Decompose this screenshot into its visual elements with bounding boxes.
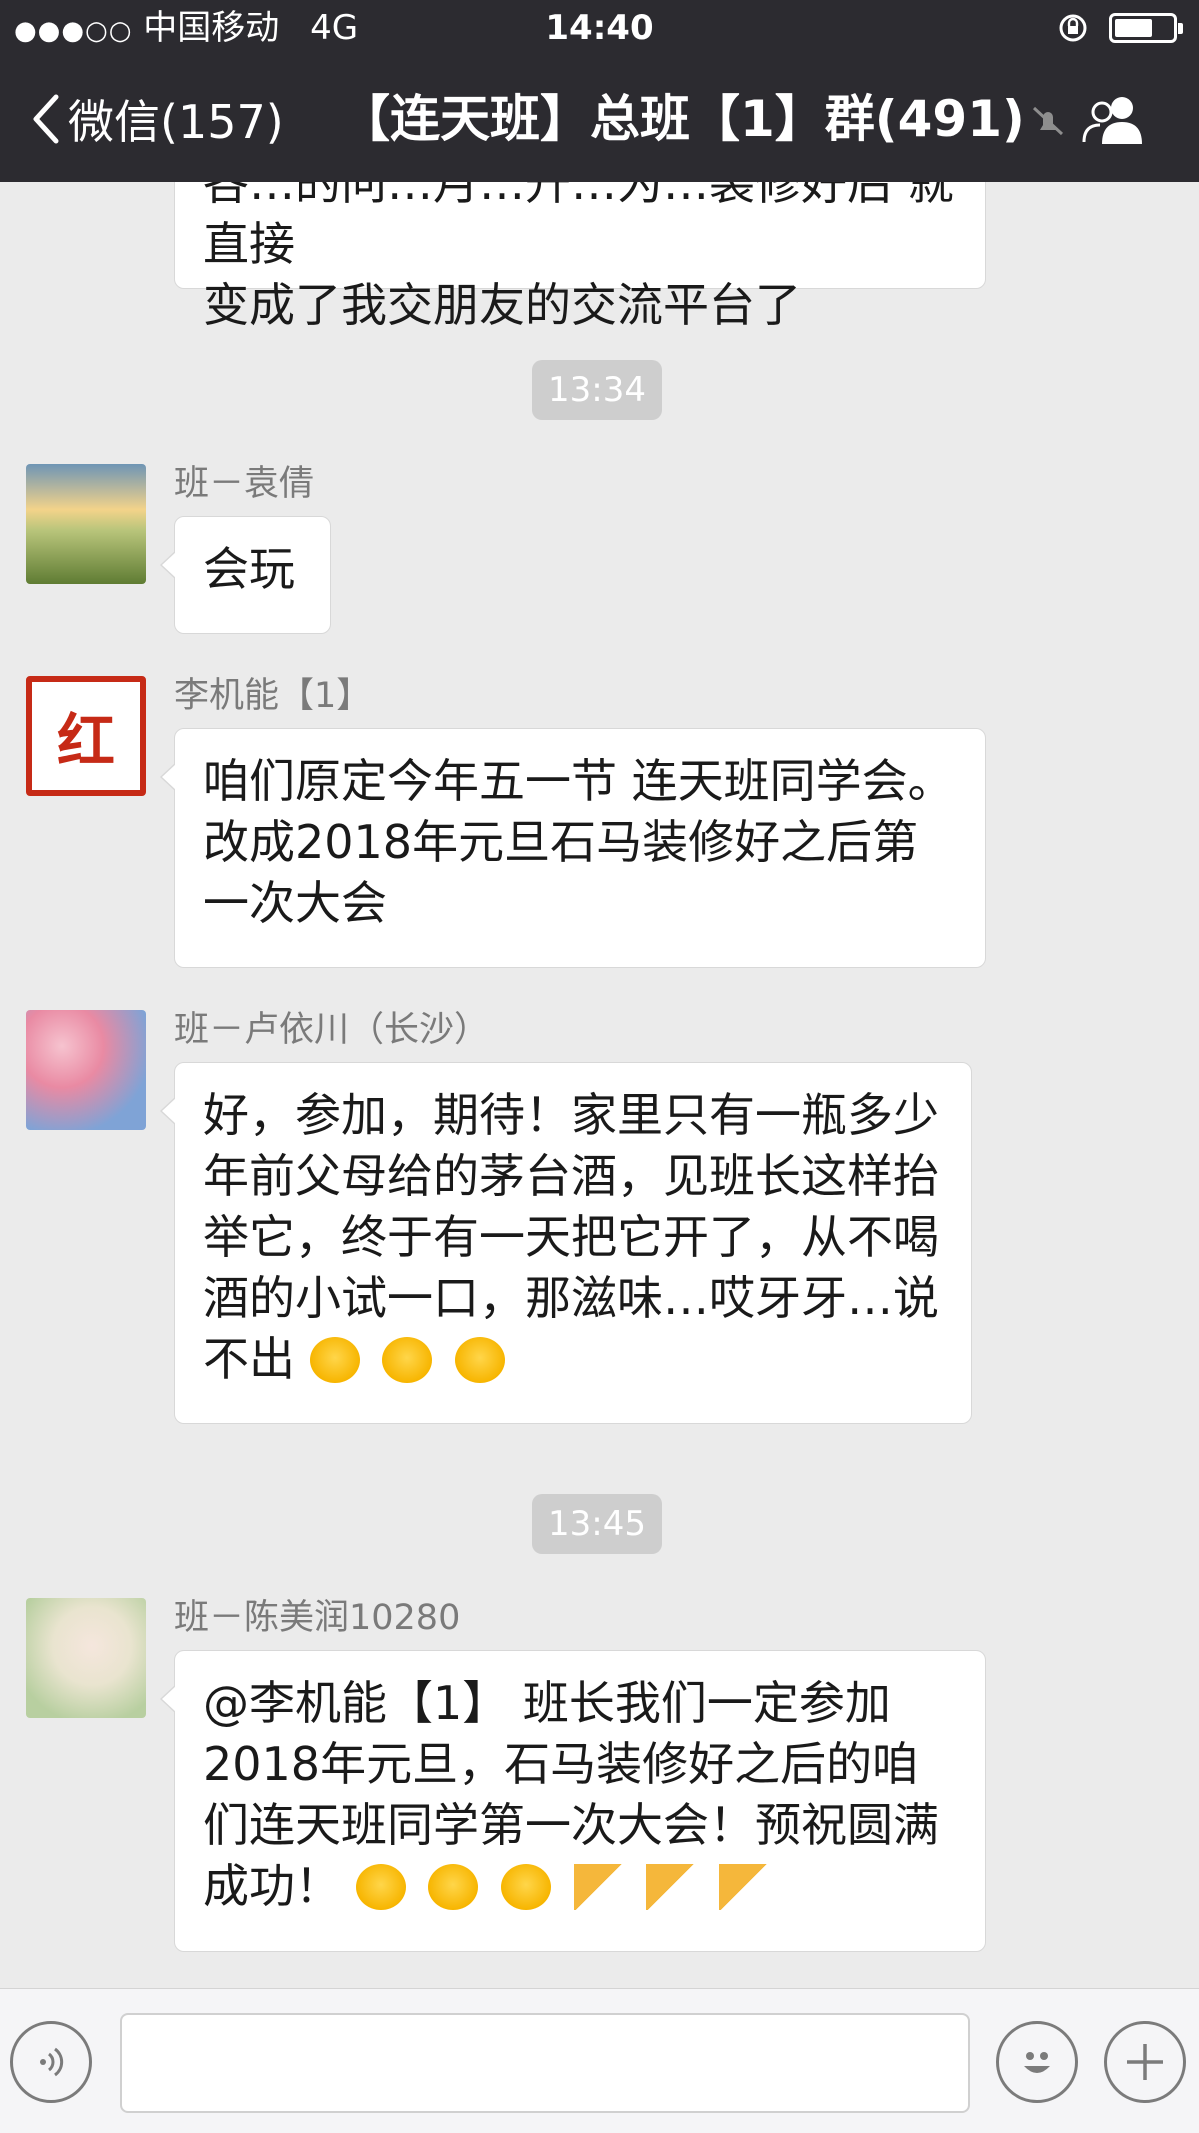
message-text: 咱们原定今年五一节 连天班同学会。改成2018年元旦石马装修好之后第一次大会 [203,754,954,930]
avatar-logo-text: 红 [56,707,115,775]
message-text: 会玩 [203,542,295,596]
rotation-lock-icon [1059,14,1087,42]
back-label: 微信(157) [68,95,284,149]
message-bubble[interactable]: 咱们原定今年五一节 连天班同学会。改成2018年元旦石马装修好之后第一次大会 [160,728,986,968]
hugging-face-emoji-icon [454,1337,505,1383]
sender-name: 班－卢依川（长沙） [174,1010,490,1050]
message-bubble-partial[interactable]: 各…的问…月…升…为…装修好后 就直接 变成了我交朋友的交流平台了 [174,182,986,332]
message-text: 各…的问…月…升…为…装修好后 就直接 [203,182,954,271]
avatar[interactable] [26,1010,146,1130]
avatar[interactable]: 红 [26,676,146,796]
hugging-face-emoji-icon [382,1337,433,1383]
message-text: 好，参加，期待！家里只有一瓶多少年前父母给的茅台酒，见班长这样抬举它，终于有一天… [203,1088,939,1386]
party-popper-emoji-icon [718,1864,769,1910]
status-bar: ●●●○○ 中国移动 4G 14:40 [0,0,1199,56]
party-popper-emoji-icon [646,1864,697,1910]
sender-name: 班－陈美润10280 [174,1598,461,1638]
message-bubble[interactable]: 会玩 [160,516,331,634]
emoji-button[interactable] [996,2021,1078,2103]
plus-button[interactable] [1104,2021,1186,2103]
sender-name: 李机能【1】 [174,676,372,716]
timestamp-pill: 13:34 [532,360,662,420]
nav-bar: 微信(157) 【连天班】总班【1】群(491) [0,56,1199,182]
message-bubble[interactable]: 好，参加，期待！家里只有一瓶多少年前父母给的茅台酒，见班长这样抬举它，终于有一天… [160,1062,972,1424]
blushing-face-emoji-icon [428,1864,479,1910]
plus-icon [1127,2044,1163,2080]
voice-button[interactable] [10,2021,92,2103]
members-icon[interactable] [1080,92,1150,148]
chevron-left-icon [33,94,59,144]
input-bar [0,1988,1199,2133]
avatar[interactable] [26,464,146,584]
sender-name: 班－袁倩 [174,464,315,504]
message-bubble[interactable]: @李机能【1】 班长我们一定参加2018年元旦，石马装修好之后的咱们连天班同学第… [160,1650,986,1952]
mute-icon [1032,106,1064,136]
avatar[interactable] [26,1598,146,1718]
battery-level [1115,19,1153,37]
message-input[interactable] [120,2013,970,2113]
voice-icon [40,2047,64,2077]
status-time: 14:40 [545,8,654,48]
message-text: @李机能【1】 班长我们一定参加2018年元旦，石马装修好之后的咱们连天班同学第… [203,1676,939,1913]
chat-area[interactable]: 各…的问…月…升…为…装修好后 就直接 变成了我交朋友的交流平台了 13:34 … [0,182,1199,1988]
emoji-icon [1024,2052,1050,2073]
party-popper-emoji-icon [573,1864,624,1910]
message-text: 变成了我交朋友的交流平台了 [203,278,801,332]
hugging-face-emoji-icon [309,1337,360,1383]
blushing-face-emoji-icon [355,1864,406,1910]
timestamp-pill: 13:45 [532,1494,662,1554]
battery-icon [1109,13,1183,43]
chat-title: 【连天班】总班【1】群(491) [340,90,1025,148]
back-button[interactable]: 微信(157) [30,56,284,182]
status-right [1057,0,1183,56]
blushing-face-emoji-icon [500,1864,551,1910]
